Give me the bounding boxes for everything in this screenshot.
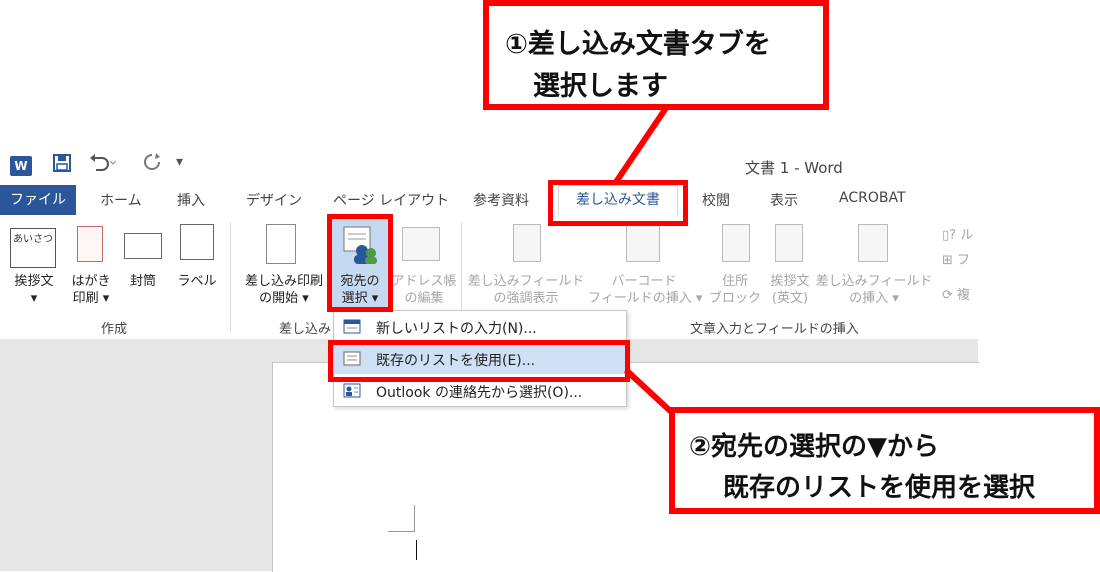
callout-step1: ①差し込み文書タブを 選択します [483,0,829,110]
callout-step1-line2: 選択します [533,71,668,102]
callout-step2-line2: 既存のリストを使用を選択 [723,473,1036,503]
callout-step1-line1: ①差し込み文書タブを [505,29,771,60]
callout-step2-line1: ②宛先の選択の▼から [689,432,940,462]
callout-step2: ②宛先の選択の▼から 既存のリストを使用を選択 [669,407,1100,514]
